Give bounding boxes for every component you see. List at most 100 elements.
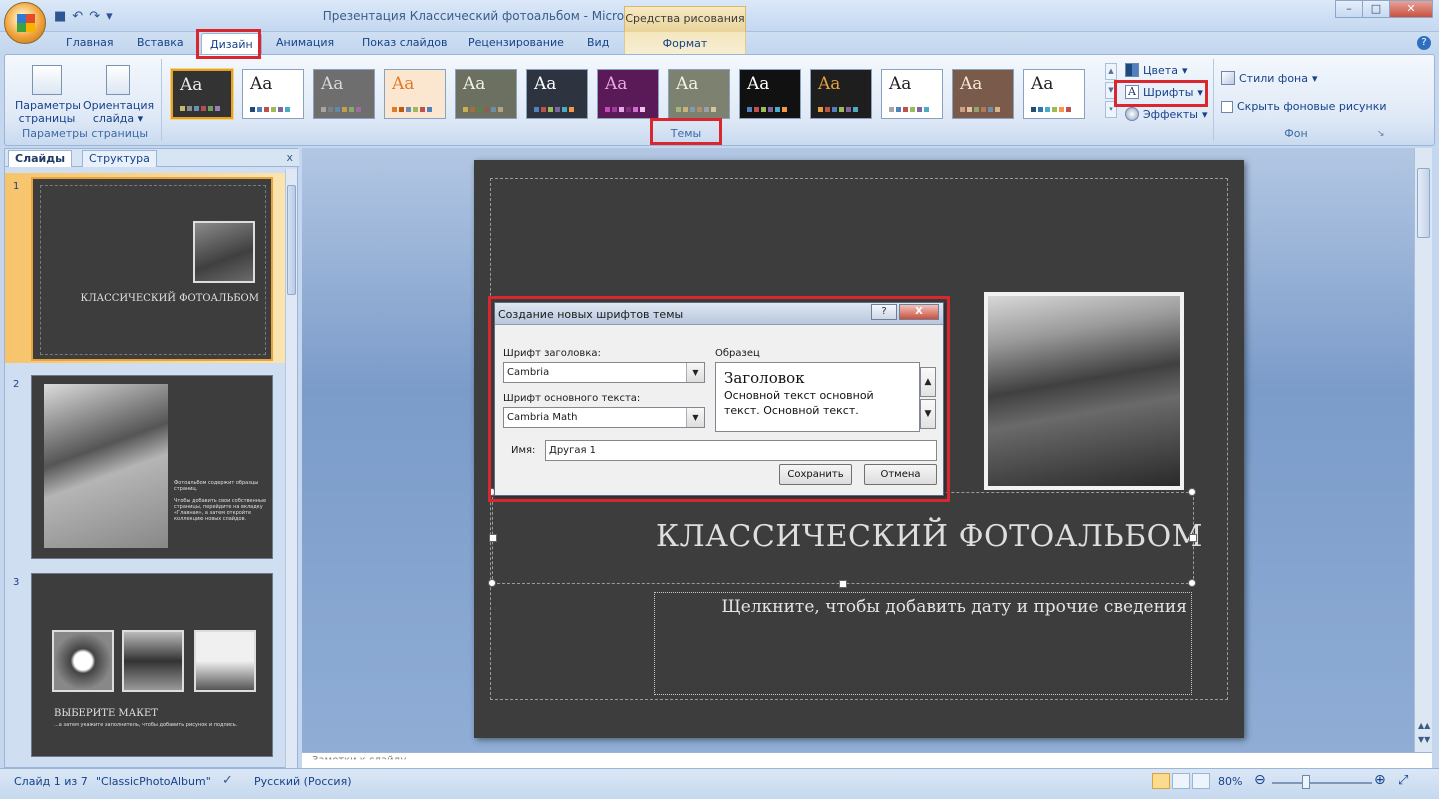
dialog-launcher-icon[interactable]: ↘ [1377,129,1385,139]
orientation-button[interactable]: Ориентация слайда ▾ [83,65,154,125]
theme-thumbnail[interactable]: Aa [384,69,446,119]
minimize-button[interactable]: – [1335,0,1363,18]
color-swatch [889,107,894,112]
editor-scrollbar[interactable]: ▲▲ ▼▼ [1414,148,1432,752]
theme-thumbnail[interactable]: Aa [881,69,943,119]
color-swatch [981,107,986,112]
spelling-check-icon[interactable]: ✓ [222,773,233,788]
tab-slides[interactable]: Слайды [8,150,73,167]
page-setup-button[interactable]: Параметры страницы [15,65,81,125]
color-swatch [683,107,688,112]
maximize-button[interactable]: □ [1362,0,1390,18]
theme-thumbnail[interactable]: Aa [1023,69,1085,119]
resize-handle[interactable] [839,580,847,588]
title-placeholder[interactable]: КЛАССИЧЕСКИЙ ФОТОАЛЬБОМ [492,492,1203,584]
slideshow-icon[interactable] [1192,773,1210,789]
slide-thumbnail-1[interactable]: 1 КЛАССИЧЕСКИЙ ФОТОАЛЬБОМ [5,173,287,363]
tab-outline[interactable]: Структура [82,150,157,167]
color-swatch [201,106,206,111]
zoom-in-icon[interactable]: ⊕ [1374,772,1386,788]
editor-scroll-thumb[interactable] [1417,168,1430,238]
theme-thumbnail[interactable]: Aa [597,69,659,119]
slides-pane: Слайды Структура x 1 КЛАССИЧЕСКИЙ ФОТОАЛ… [4,148,299,769]
tab-slideshow[interactable]: Показ слайдов [362,36,448,49]
theme-thumbnail[interactable]: Aa [668,69,730,119]
theme-color-swatches [605,107,645,112]
color-swatch [555,107,560,112]
tab-view[interactable]: Вид [587,36,609,49]
notes-placeholder: Заметки к слайду [312,755,407,766]
theme-sample-text: Aa [889,74,912,94]
theme-sample-text: Aa [463,74,486,94]
slide-photo[interactable] [984,292,1184,490]
resize-handle[interactable] [1188,488,1196,496]
effects-button[interactable]: Эффекты ▾ [1125,107,1208,121]
theme-sample-text: Aa [1031,74,1054,94]
zoom-out-icon[interactable]: ⊖ [1254,772,1266,788]
color-swatch [342,107,347,112]
slide-subtitle: Щелкните, чтобы добавить дату и прочие с… [721,597,1187,617]
theme-color-swatches [818,107,858,112]
theme-thumbnail[interactable]: Aa [739,69,801,119]
tab-format[interactable]: Формат [624,32,746,54]
pane-close-icon[interactable]: x [286,151,293,164]
slides-pane-scrollbar[interactable] [285,169,297,769]
background-styles-button[interactable]: Стили фона ▾ [1221,71,1318,85]
hide-background-graphics-checkbox[interactable]: Скрыть фоновые рисунки [1221,100,1387,113]
prev-slide-icon[interactable]: ▲▲ [1418,721,1430,730]
theme-thumbnail[interactable]: Aa [171,69,233,119]
zoom-slider[interactable] [1272,782,1372,784]
slide-sorter-icon[interactable] [1172,773,1190,789]
slide-2-preview: Фотоальбом содержит образцы страниц. Что… [31,375,273,559]
theme-thumbnail[interactable]: Aa [952,69,1014,119]
theme-sample-text: Aa [818,74,841,94]
theme-color-swatches [534,107,574,112]
office-button[interactable] [4,2,46,44]
theme-thumbnail[interactable]: Aa [313,69,375,119]
fit-to-window-icon[interactable]: ⤢ [1398,773,1408,788]
title-bar: ■ ↶ ↷ ▾ Презентация Классический фотоаль… [0,0,1439,32]
theme-thumbnail[interactable]: Aa [526,69,588,119]
tab-home[interactable]: Главная [66,36,114,49]
tab-insert[interactable]: Вставка [137,36,184,49]
window-controls: – □ ✕ [1335,0,1433,18]
theme-thumbnail[interactable]: Aa [810,69,872,119]
colors-button[interactable]: Цвета ▾ [1125,63,1187,77]
theme-color-swatches [889,107,929,112]
normal-view-icon[interactable] [1152,773,1170,789]
resize-handle[interactable] [1188,579,1196,587]
color-swatch [1031,107,1036,112]
resize-handle[interactable] [1189,534,1197,542]
tab-animation[interactable]: Анимация [276,36,334,49]
color-swatch [1052,107,1057,112]
resize-handle[interactable] [489,534,497,542]
scroll-thumb[interactable] [287,185,296,295]
checkbox-icon [1221,100,1233,113]
color-swatch [605,107,610,112]
color-swatch [491,107,496,112]
resize-handle[interactable] [488,579,496,587]
slide-3-photo-3 [194,630,256,692]
zoom-level[interactable]: 80% [1218,775,1242,788]
gallery-up-icon[interactable]: ▲ [1105,63,1117,80]
color-swatch [1038,107,1043,112]
color-swatch [208,106,213,111]
color-swatch [896,107,901,112]
effects-icon [1125,107,1139,121]
theme-thumbnail[interactable]: Aa [242,69,304,119]
status-language[interactable]: Русский (Россия) [254,775,352,788]
subtitle-placeholder[interactable]: Щелкните, чтобы добавить дату и прочие с… [654,592,1192,695]
color-swatch [782,107,787,112]
help-icon[interactable]: ? [1417,36,1431,50]
next-slide-icon[interactable]: ▼▼ [1418,735,1430,744]
zoom-slider-thumb[interactable] [1302,775,1310,789]
color-swatch [477,107,482,112]
tab-review[interactable]: Рецензирование [468,36,564,49]
color-swatch [676,107,681,112]
theme-color-swatches [747,107,787,112]
theme-thumbnail[interactable]: Aa [455,69,517,119]
notes-pane[interactable]: Заметки к слайду [302,752,1432,768]
color-swatch [463,107,468,112]
theme-sample-text: Aa [534,74,557,94]
close-button[interactable]: ✕ [1389,0,1433,18]
